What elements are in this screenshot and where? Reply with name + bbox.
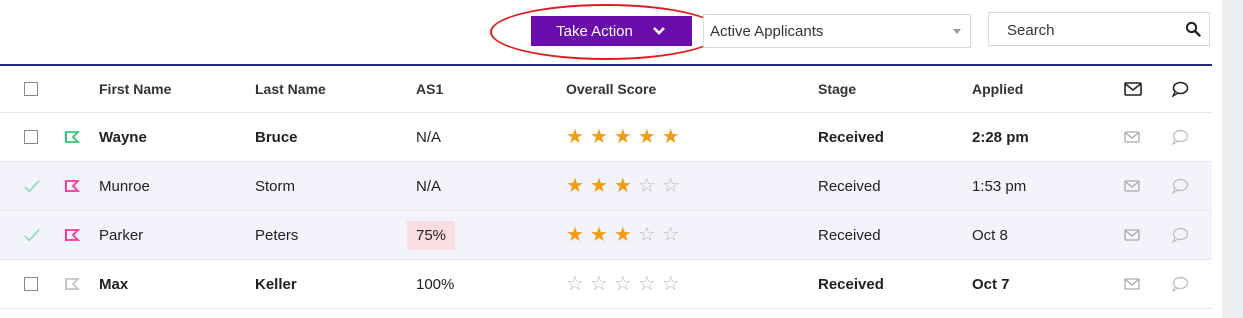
header-as1[interactable]: AS1 [416, 66, 443, 112]
last-name: Bruce [255, 128, 298, 146]
flag-icon[interactable] [64, 228, 80, 242]
chevron-down-icon [953, 29, 961, 34]
star-filled-icon[interactable]: ★ [566, 176, 584, 196]
rating-stars[interactable]: ★ ★ ★ ☆ ☆ [566, 176, 680, 196]
table-row[interactable]: Munroe Storm N/A ★ ★ ★ ☆ ☆ Received 1:53 pm [0, 162, 1212, 211]
as1-score: 75% [407, 220, 456, 250]
star-filled-icon[interactable]: ★ [614, 225, 632, 245]
as1-score: N/A [416, 177, 442, 195]
applied-date: 2:28 pm [972, 128, 1029, 146]
star-filled-icon[interactable]: ★ [614, 176, 632, 196]
header-last-name[interactable]: Last Name [255, 66, 326, 112]
as1-score: 100% [416, 275, 455, 293]
check-icon[interactable] [24, 227, 40, 243]
mail-icon[interactable] [1124, 278, 1140, 290]
flag-icon[interactable] [64, 130, 80, 144]
star-empty-icon[interactable]: ☆ [638, 274, 656, 294]
last-name: Storm [255, 177, 296, 195]
header-first-name[interactable]: First Name [99, 66, 171, 112]
search-input[interactable] [1005, 19, 1179, 41]
star-filled-icon[interactable]: ★ [566, 127, 584, 147]
applied-date: 1:53 pm [972, 177, 1027, 195]
header-overall-score[interactable]: Overall Score [566, 66, 656, 112]
stage: Received [818, 128, 884, 146]
star-empty-icon[interactable]: ☆ [662, 176, 680, 196]
star-empty-icon[interactable]: ☆ [614, 274, 632, 294]
star-empty-icon[interactable]: ☆ [662, 274, 680, 294]
rating-stars[interactable]: ★ ★ ★ ★ ★ [566, 127, 680, 147]
table-header-row: First Name Last Name AS1 Overall Score S… [0, 66, 1212, 113]
as1-score: N/A [416, 128, 442, 146]
stage: Received [818, 275, 884, 293]
chat-icon[interactable] [1171, 178, 1189, 194]
applicants-table: First Name Last Name AS1 Overall Score S… [0, 66, 1212, 309]
table-body: Wayne Bruce N/A ★ ★ ★ ★ ★ Received 2:28 pm [0, 113, 1212, 309]
take-action-button[interactable]: Take Action [531, 16, 692, 46]
rating-stars[interactable]: ★ ★ ★ ☆ ☆ [566, 225, 680, 245]
select-all-checkbox[interactable] [24, 82, 38, 96]
toolbar: Take Action Active Applicants [0, 0, 1222, 64]
search-icon[interactable] [1185, 21, 1201, 37]
mail-icon[interactable] [1124, 229, 1140, 241]
first-name[interactable]: Munroe [99, 162, 150, 210]
star-empty-icon[interactable]: ☆ [638, 176, 656, 196]
header-stage[interactable]: Stage [818, 66, 856, 112]
applied-date: Oct 7 [972, 275, 1010, 293]
chat-icon[interactable] [1171, 129, 1189, 145]
table-row[interactable]: Max Keller 100% ☆ ☆ ☆ ☆ ☆ Received Oct 7 [0, 260, 1212, 309]
table-row[interactable]: Wayne Bruce N/A ★ ★ ★ ★ ★ Received 2:28 pm [0, 113, 1212, 162]
right-scroll-gutter [1222, 0, 1243, 318]
first-name[interactable]: Wayne [99, 113, 147, 161]
check-icon[interactable] [24, 178, 40, 194]
row-checkbox[interactable] [24, 130, 38, 144]
star-empty-icon[interactable]: ☆ [638, 225, 656, 245]
star-filled-icon[interactable]: ★ [566, 225, 584, 245]
flag-icon[interactable] [64, 179, 80, 193]
mail-icon[interactable] [1124, 131, 1140, 143]
applied-date: Oct 8 [972, 226, 1008, 244]
stage: Received [818, 177, 881, 195]
rating-stars[interactable]: ☆ ☆ ☆ ☆ ☆ [566, 274, 680, 294]
star-empty-icon[interactable]: ☆ [662, 225, 680, 245]
stage: Received [818, 226, 881, 244]
first-name[interactable]: Max [99, 260, 128, 308]
star-filled-icon[interactable]: ★ [590, 225, 608, 245]
chat-icon[interactable] [1171, 227, 1189, 243]
star-empty-icon[interactable]: ☆ [590, 274, 608, 294]
flag-icon[interactable] [64, 277, 80, 291]
applicant-filter-value: Active Applicants [710, 22, 824, 40]
table-row[interactable]: Parker Peters 75% ★ ★ ★ ☆ ☆ Received Oct 8 [0, 211, 1212, 260]
last-name: Keller [255, 275, 297, 293]
star-filled-icon[interactable]: ★ [590, 127, 608, 147]
search-box [988, 12, 1210, 46]
row-checkbox[interactable] [24, 277, 38, 291]
star-filled-icon[interactable]: ★ [662, 127, 680, 147]
star-empty-icon[interactable]: ☆ [566, 274, 584, 294]
last-name: Peters [255, 226, 299, 244]
header-applied[interactable]: Applied [972, 66, 1023, 112]
mail-icon[interactable] [1124, 180, 1140, 192]
mail-icon[interactable] [1124, 82, 1142, 96]
chat-icon[interactable] [1171, 81, 1189, 97]
applicant-filter-select[interactable]: Active Applicants [703, 14, 971, 48]
take-action-label: Take Action [556, 22, 633, 40]
star-filled-icon[interactable]: ★ [590, 176, 608, 196]
chat-icon[interactable] [1171, 276, 1189, 292]
first-name[interactable]: Parker [99, 211, 143, 259]
star-filled-icon[interactable]: ★ [638, 127, 656, 147]
chevron-down-icon [652, 27, 665, 35]
star-filled-icon[interactable]: ★ [614, 127, 632, 147]
